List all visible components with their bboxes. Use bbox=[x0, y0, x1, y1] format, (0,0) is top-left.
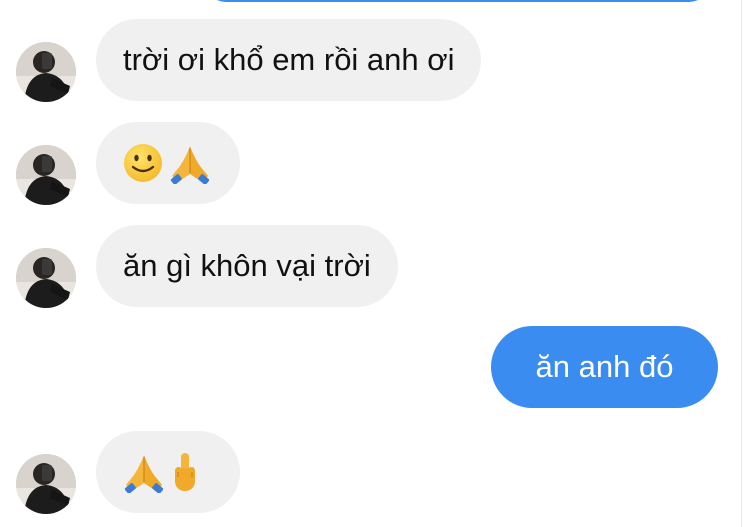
previous-outgoing-bubble-edge bbox=[205, 0, 710, 2]
folded-hands-icon bbox=[124, 455, 164, 493]
slightly-smiling-face-icon bbox=[124, 144, 162, 182]
message-text: ăn gì khôn vại trời bbox=[123, 248, 371, 283]
contact-avatar[interactable] bbox=[16, 42, 76, 102]
incoming-message-bubble[interactable]: ăn gì khôn vại trời bbox=[96, 225, 398, 307]
incoming-emoji-bubble[interactable] bbox=[96, 122, 240, 204]
contact-avatar[interactable] bbox=[16, 248, 76, 308]
message-text: trời ơi khổ em rồi anh ơi bbox=[123, 42, 455, 77]
incoming-message-bubble[interactable]: trời ơi khổ em rồi anh ơi bbox=[96, 19, 482, 101]
contact-avatar[interactable] bbox=[16, 454, 76, 514]
middle-finger-icon bbox=[175, 453, 195, 491]
incoming-emoji-bubble[interactable] bbox=[96, 431, 240, 513]
folded-hands-icon bbox=[170, 146, 210, 184]
outgoing-message-bubble[interactable]: ăn anh đó bbox=[491, 326, 718, 408]
message-text: ăn anh đó bbox=[535, 349, 674, 384]
contact-avatar[interactable] bbox=[16, 145, 76, 205]
